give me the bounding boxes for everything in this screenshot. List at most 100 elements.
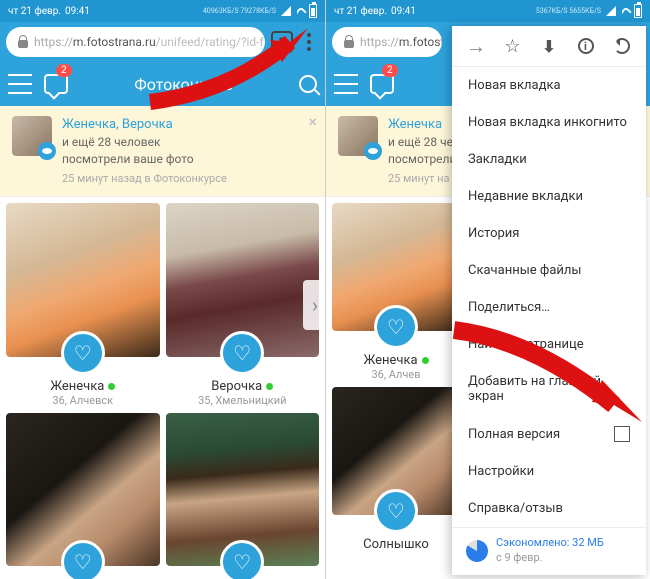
photo-thumbnail[interactable]: ♡ (6, 203, 160, 357)
status-bar: чт 21 февр. 09:41 40963КБ/S 79278КБ/S (0, 0, 325, 22)
menu-share[interactable]: Поделиться… (452, 289, 646, 326)
photo-card[interactable]: ♡ Женечка 36, Алчевск (6, 203, 160, 407)
messages-icon[interactable] (370, 74, 394, 94)
status-time: 09:41 (391, 6, 416, 17)
signal-icon (281, 6, 291, 16)
heart-icon: ♡ (74, 550, 92, 574)
app-header: 2 Фотоконкурс (0, 62, 325, 106)
url-field[interactable]: https:// m.fotost (332, 27, 442, 57)
download-icon[interactable]: ⬇ (539, 36, 559, 56)
url-path: /unifeed/rating/?id-f (156, 35, 264, 49)
battery-icon (309, 4, 317, 18)
tab-count-button[interactable]: 8 (271, 31, 293, 53)
notification-time: 25 минут на (388, 171, 456, 186)
lock-icon (342, 35, 356, 49)
notification-extra: и ещё 28 человек (62, 134, 227, 151)
signal-icon (606, 6, 616, 16)
hamburger-icon[interactable] (8, 74, 32, 94)
photo-thumbnail[interactable]: ♡ (332, 387, 460, 515)
url-host: m.fotost (399, 35, 442, 49)
avatar (12, 116, 52, 156)
card-name: Солнышко (363, 537, 429, 552)
close-icon[interactable]: × (308, 112, 317, 131)
menu-history[interactable]: История (452, 215, 646, 252)
photo-card[interactable]: ♡ Женечка 36, Алчев (332, 203, 460, 381)
notification-extra: и ещё 28 че (388, 134, 456, 151)
like-button[interactable]: ♡ (220, 331, 264, 375)
url-protocol: https:// (360, 35, 399, 49)
hamburger-icon[interactable] (334, 74, 358, 94)
menu-new-incognito[interactable]: Новая вкладка инкогнито (452, 104, 646, 141)
desktop-site-checkbox[interactable] (614, 426, 630, 442)
photo-thumbnail[interactable]: ♡ (166, 413, 320, 567)
status-time: 09:41 (65, 6, 90, 17)
menu-settings[interactable]: Настройки (452, 453, 646, 490)
online-dot-icon (422, 357, 429, 364)
battery-icon (634, 4, 642, 18)
network-speed: 5367КБ/S 5655КБ/S (536, 7, 601, 15)
menu-bookmarks[interactable]: Закладки (452, 141, 646, 178)
notification-badge: 2 (56, 64, 72, 77)
menu-add-to-home[interactable]: Добавить на главный экран (452, 363, 646, 415)
photo-thumbnail[interactable]: ♡ (166, 203, 320, 357)
like-button[interactable]: ♡ (61, 331, 105, 375)
data-saver-icon (466, 540, 488, 562)
messages-icon[interactable] (44, 74, 68, 94)
data-saver-saved: Сэкономлено: 32 МБ (496, 536, 604, 550)
search-icon[interactable] (299, 75, 317, 93)
card-subtitle: 36, Алчев (372, 368, 421, 381)
network-speed: 40963КБ/S 79278КБ/S (203, 7, 276, 15)
heart-icon: ♡ (233, 550, 251, 574)
notification-action: посмотрели ваше фото (62, 151, 227, 168)
like-button[interactable]: ♡ (374, 305, 418, 349)
menu-downloads[interactable]: Скачанные файлы (452, 252, 646, 289)
photo-card[interactable]: ♡ Верочка 35, Хмельницкий (166, 203, 320, 407)
card-name: Женечка (50, 379, 104, 394)
photo-thumbnail[interactable]: ♡ (332, 203, 460, 331)
online-dot-icon (266, 383, 273, 390)
url-field[interactable]: https:// m.fotostrana.ru /unifeed/rating… (6, 27, 265, 57)
info-icon[interactable]: i (576, 36, 596, 56)
status-date: чт 21 февр. (8, 6, 61, 17)
menu-toolbar: → ☆ ⬇ i (452, 26, 646, 67)
bookmark-star-icon[interactable]: ☆ (503, 36, 523, 56)
menu-find-in-page[interactable]: Найти на странице (452, 326, 646, 363)
wifi-icon (294, 6, 306, 16)
data-saver-row[interactable]: Сэкономлено: 32 МБ с 9 февр. (452, 527, 646, 575)
card-name: Женечка (363, 353, 417, 368)
photo-card[interactable]: ♡ Юля (6, 413, 160, 579)
browser-menu-dropdown: → ☆ ⬇ i Новая вкладка Новая вкладка инко… (452, 26, 646, 575)
status-bar: чт 21 февр. 09:41 5367КБ/S 5655КБ/S (326, 0, 650, 22)
menu-recent-tabs[interactable]: Недавние вкладки (452, 178, 646, 215)
like-button[interactable]: ♡ (374, 489, 418, 533)
photo-card[interactable]: ♡ Солнышко (332, 387, 460, 552)
status-date: чт 21 февр. (334, 6, 387, 17)
browser-menu-button[interactable] (299, 33, 319, 51)
photo-card[interactable]: ♡ Солнышко (166, 413, 320, 579)
carousel-next-button[interactable]: › (303, 280, 325, 330)
heart-icon: ♡ (387, 315, 405, 339)
notification-names: Женечка (388, 116, 456, 134)
notification-action: посмотрели (388, 151, 456, 168)
menu-help-feedback[interactable]: Справка/отзыв (452, 490, 646, 527)
forward-icon[interactable]: → (466, 36, 486, 56)
views-badge-icon (38, 142, 56, 160)
url-host: m.fotostrana.ru (73, 35, 156, 49)
lock-icon (16, 35, 30, 49)
like-button[interactable]: ♡ (220, 540, 264, 579)
heart-icon: ♡ (387, 499, 405, 523)
data-saver-since: с 9 февр. (496, 551, 604, 565)
url-protocol: https:// (34, 35, 73, 49)
left-screenshot: чт 21 февр. 09:41 40963КБ/S 79278КБ/S ht… (0, 0, 325, 579)
card-subtitle: 35, Хмельницкий (198, 394, 286, 407)
notification-card[interactable]: Женечка, Верочка и ещё 28 человек посмот… (0, 106, 325, 197)
menu-desktop-site[interactable]: Полная версия (452, 415, 646, 453)
like-button[interactable]: ♡ (61, 540, 105, 579)
photo-thumbnail[interactable]: ♡ (6, 413, 160, 567)
heart-icon: ♡ (74, 341, 92, 365)
notification-names: Женечка, Верочка (62, 116, 227, 134)
views-badge-icon (364, 142, 382, 160)
reload-icon[interactable] (612, 36, 632, 56)
card-subtitle: 36, Алчевск (52, 394, 113, 407)
menu-new-tab[interactable]: Новая вкладка (452, 67, 646, 104)
